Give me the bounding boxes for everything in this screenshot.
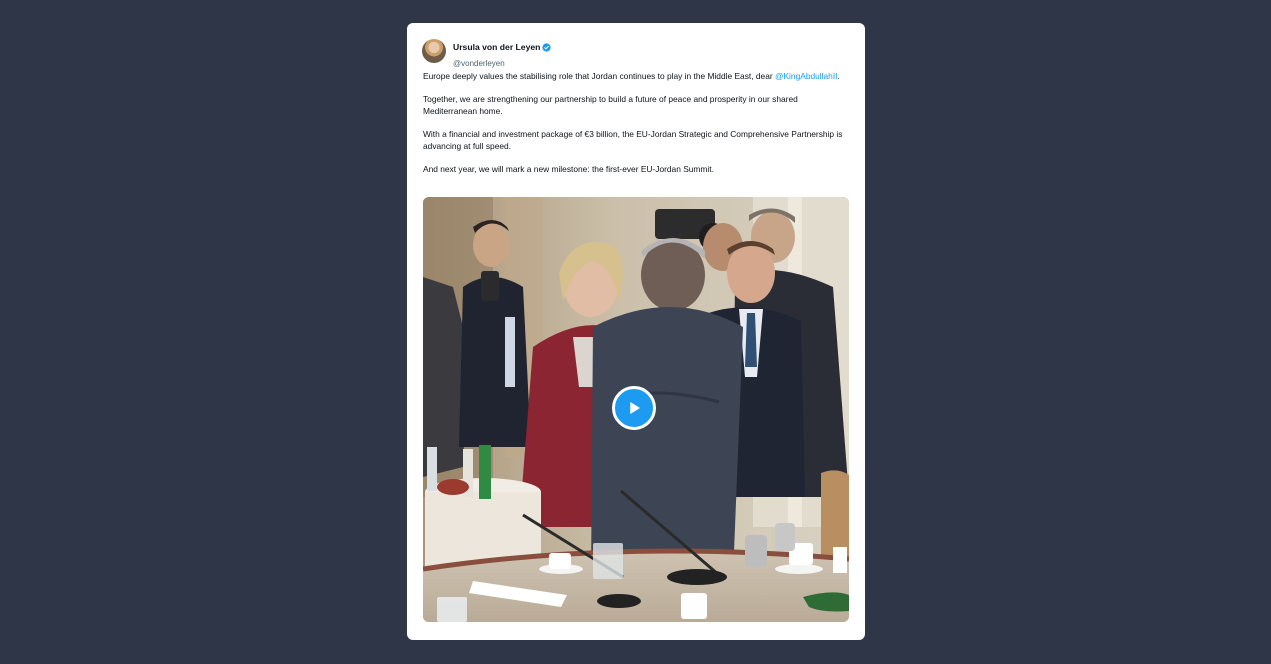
- paragraph-text: Europe deeply values the stabilising rol…: [423, 71, 775, 81]
- play-icon: [630, 402, 640, 414]
- author-info: Ursula von der Leyen @vonderleyen: [453, 39, 552, 69]
- tweet-paragraph: With a financial and investment package …: [423, 128, 843, 151]
- tweet-card: Ursula von der Leyen @vonderleyen Europe…: [407, 23, 865, 640]
- video-player[interactable]: [423, 197, 849, 622]
- tweet-paragraph: Europe deeply values the stabilising rol…: [423, 71, 853, 83]
- tweet-paragraph: Together, we are strengthening our partn…: [423, 94, 798, 116]
- avatar[interactable]: [422, 39, 446, 63]
- mention-link[interactable]: @KingAbdullahII: [775, 71, 838, 81]
- verified-badge-icon: [542, 43, 552, 52]
- play-button[interactable]: [612, 386, 656, 430]
- author-display-name[interactable]: Ursula von der Leyen: [453, 42, 540, 53]
- tweet-paragraph: And next year, we will mark a new milest…: [423, 163, 714, 174]
- tweet-text: Europe deeply values the stabilising rol…: [423, 71, 853, 187]
- author-handle[interactable]: @vonderleyen: [453, 58, 551, 69]
- paragraph-text: .: [837, 71, 840, 81]
